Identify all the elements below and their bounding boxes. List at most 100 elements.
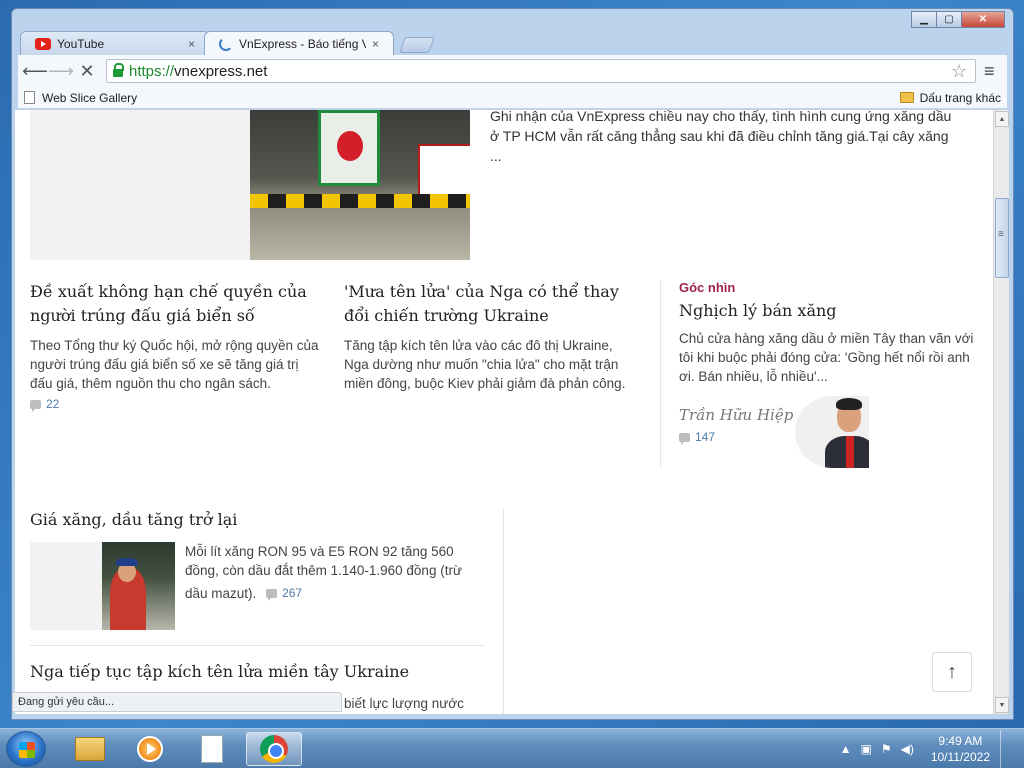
article-description: Tăng tập kích tên lửa vào các đô thị Ukr…: [344, 338, 626, 391]
lead-snippet-text: Ghi nhận của VnExpress chiều nay cho thấ…: [490, 110, 952, 164]
media-player-icon: [137, 736, 163, 762]
folder-icon: [899, 92, 914, 103]
taskbar-media-player[interactable]: [122, 732, 178, 766]
opinion-description: Chủ cửa hàng xăng dầu ở miền Tây than vã…: [679, 331, 974, 384]
loading-spinner-icon: [219, 36, 233, 51]
article-description-fragment: biết lực lượng nước: [344, 694, 544, 713]
article-description-text: Mỗi lít xăng RON 95 và E5 RON 92 tăng 56…: [185, 544, 462, 601]
new-tab-button[interactable]: [399, 37, 435, 53]
vertical-scrollbar[interactable]: ▲ ▼: [993, 110, 1009, 714]
windows-explorer-icon: [75, 737, 105, 761]
comment-count-value: 22: [46, 397, 60, 411]
youtube-icon: [35, 37, 51, 50]
comment-count-value: 267: [282, 586, 303, 600]
taskbar: ▲ ▣ ⚑ ◀) 9:49 AM 10/11/2022: [0, 728, 1024, 768]
address-bar[interactable]: https:// vnexpress.net ☆: [106, 59, 976, 83]
show-desktop-button[interactable]: [1000, 730, 1010, 768]
bookmark-star-icon[interactable]: ☆: [951, 61, 967, 82]
bookmark-web-slice-gallery[interactable]: Web Slice Gallery: [42, 91, 137, 105]
windows-logo-icon: [19, 742, 35, 758]
page-viewport: Ghi nhận của VnExpress chiều nay cho thấ…: [15, 110, 993, 714]
comment-icon: [30, 399, 41, 412]
lock-icon: [113, 63, 124, 77]
section-divider: [503, 508, 504, 714]
article-card[interactable]: Nga tiếp tục tập kích tên lửa miền tây U…: [30, 660, 485, 684]
forward-arrow-icon[interactable]: ⟶: [48, 58, 74, 84]
article-card[interactable]: Đề xuất không hạn chế quyền của người tr…: [30, 280, 320, 414]
article-separator: [30, 645, 485, 646]
clock-time: 9:49 AM: [938, 734, 983, 748]
article-description: biết lực lượng nước: [344, 696, 464, 711]
chrome-icon: [260, 735, 288, 763]
scroll-down-arrow-icon[interactable]: ▼: [995, 697, 1009, 713]
stop-loading-icon[interactable]: ✕: [74, 58, 100, 84]
author-tie: [846, 436, 854, 468]
comment-icon: [679, 432, 690, 445]
opinion-label[interactable]: Góc nhìn: [679, 280, 974, 295]
petrolimex-logo: [337, 131, 363, 161]
menu-hamburger-icon[interactable]: ≡: [984, 61, 995, 82]
scroll-up-arrow-icon[interactable]: ▲: [995, 111, 1009, 127]
taskbar-document[interactable]: [184, 732, 240, 766]
article-card[interactable]: Giá xăng, dầu tăng trở lại: [30, 508, 485, 532]
document-icon: [201, 735, 223, 763]
tab-strip: YouTube × VnExpress - Báo tiếng Việt ×: [20, 29, 435, 55]
volume-icon[interactable]: ◀): [901, 742, 914, 756]
show-hidden-icons-icon[interactable]: ▲: [840, 742, 852, 756]
clock-date: 10/11/2022: [930, 750, 990, 764]
article-description: Mỗi lít xăng RON 95 và E5 RON 92 tăng 56…: [185, 542, 485, 603]
hazard-stripe: [250, 194, 470, 208]
clock[interactable]: 9:49 AM 10/11/2022: [931, 733, 990, 765]
tab-close-icon[interactable]: ×: [188, 37, 195, 51]
petrolimex-sign: [318, 110, 380, 186]
column-divider: [660, 280, 661, 468]
tab-title: VnExpress - Báo tiếng Việt: [239, 36, 366, 51]
url-scheme: https://: [129, 62, 175, 80]
lead-article-snippet[interactable]: Ghi nhận của VnExpress chiều nay cho thấ…: [490, 110, 960, 166]
page-icon: [24, 91, 35, 104]
fuel-worker-thumbnail[interactable]: [102, 542, 175, 630]
window-controls: ▁ ▢ ✕: [911, 11, 1005, 28]
worker-cap: [116, 558, 138, 566]
article-title[interactable]: Giá xăng, dầu tăng trở lại: [30, 508, 485, 532]
minimize-button[interactable]: ▁: [911, 11, 937, 28]
tab-close-icon[interactable]: ×: [372, 37, 379, 51]
action-center-flag-icon[interactable]: ⚑: [881, 742, 892, 756]
author-avatar[interactable]: [795, 396, 869, 468]
taskbar-explorer[interactable]: [62, 732, 118, 766]
system-tray: ▲ ▣ ⚑ ◀) 9:49 AM 10/11/2022: [840, 729, 1010, 768]
article-summary: Mỗi lít xăng RON 95 và E5 RON 92 tăng 56…: [185, 542, 485, 603]
comment-count-value: 147: [695, 430, 716, 444]
article-title[interactable]: 'Mưa tên lửa' của Nga có thể thay đổi ch…: [344, 280, 636, 328]
other-bookmarks-label: Dấu trang khác: [919, 90, 1001, 105]
close-window-button[interactable]: ✕: [961, 11, 1005, 28]
fuel-station-photo[interactable]: [250, 110, 470, 260]
author-hair: [836, 398, 862, 410]
comment-icon: [266, 589, 278, 601]
comment-count[interactable]: 267: [266, 584, 302, 603]
tab-youtube[interactable]: YouTube ×: [20, 31, 210, 55]
scroll-to-top-button[interactable]: ↑: [932, 652, 972, 692]
maximize-button[interactable]: ▢: [936, 11, 962, 28]
article-card[interactable]: 'Mưa tên lửa' của Nga có thể thay đổi ch…: [344, 280, 636, 393]
toolbar: ⟵ ⟶ ✕ https:// vnexpress.net ☆ ≡: [18, 55, 1007, 87]
tab-title: YouTube: [57, 36, 105, 51]
image-placeholder: [30, 110, 250, 260]
taskbar-chrome[interactable]: [246, 732, 302, 766]
comment-count[interactable]: 22: [30, 397, 60, 412]
network-icon[interactable]: ▣: [860, 742, 871, 756]
scrollbar-thumb[interactable]: [995, 198, 1009, 278]
article-description: Theo Tổng thư ký Quốc hội, mở rộng quyền…: [30, 338, 319, 391]
article-title[interactable]: Nga tiếp tục tập kích tên lửa miền tây U…: [30, 660, 485, 684]
thumbnail-placeholder: [30, 542, 102, 630]
back-arrow-icon[interactable]: ⟵: [22, 58, 48, 84]
url-host: vnexpress.net: [174, 62, 268, 80]
bookmarks-bar: Web Slice Gallery Dấu trang khác: [18, 87, 1007, 109]
comment-count[interactable]: 147: [679, 430, 716, 445]
tab-vnexpress[interactable]: VnExpress - Báo tiếng Việt ×: [204, 31, 394, 55]
opinion-title[interactable]: Nghịch lý bán xăng: [679, 299, 974, 323]
status-bubble: Đang gửi yêu cầu...: [12, 692, 342, 712]
article-title[interactable]: Đề xuất không hạn chế quyền của người tr…: [30, 280, 320, 328]
other-bookmarks[interactable]: Dấu trang khác: [899, 90, 1001, 105]
start-button[interactable]: [6, 731, 46, 767]
